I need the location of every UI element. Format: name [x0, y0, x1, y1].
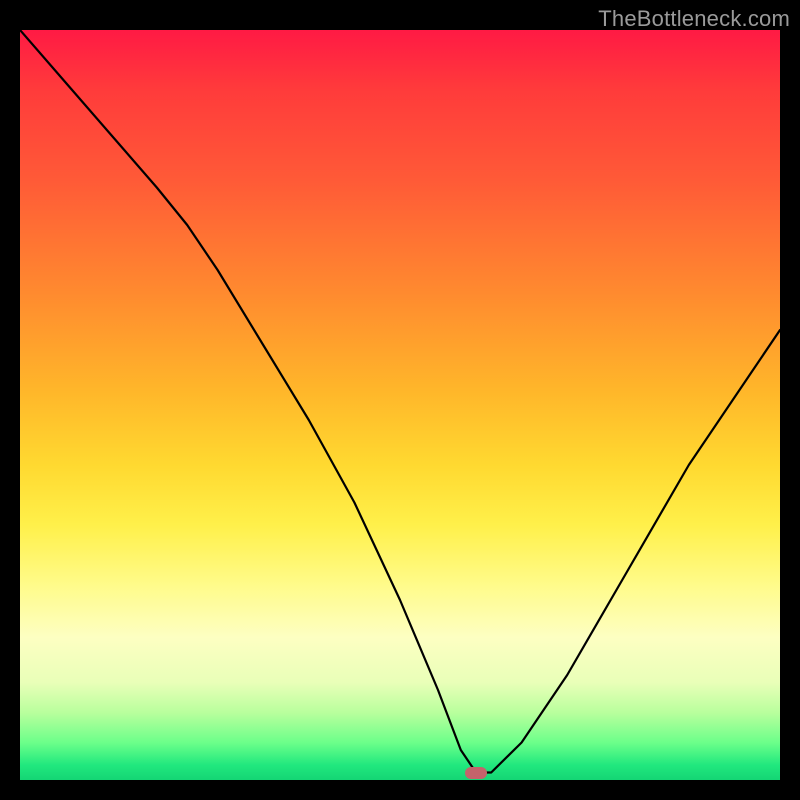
optimal-point-marker: [465, 767, 487, 779]
bottleneck-curve: [20, 30, 780, 780]
chart-frame: TheBottleneck.com: [0, 0, 800, 800]
curve-path: [20, 30, 780, 773]
watermark-text: TheBottleneck.com: [598, 6, 790, 32]
gradient-plot-area: [20, 30, 780, 780]
